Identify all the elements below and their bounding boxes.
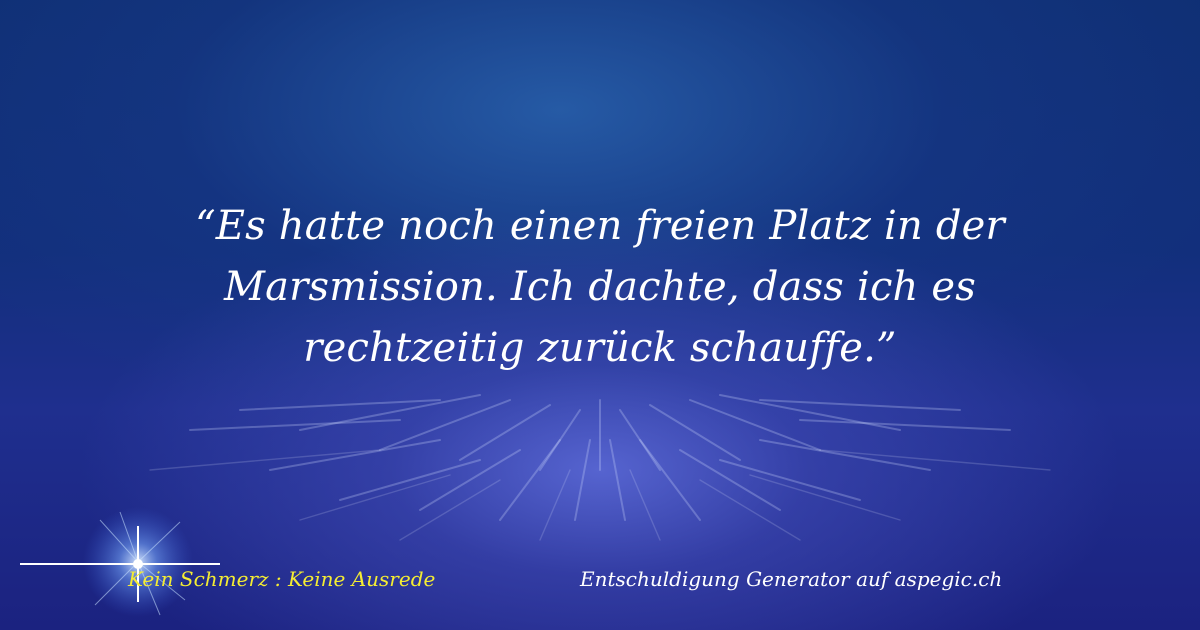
quote-line-2: Marsmission. Ich dachte, dass ich es [223,264,977,310]
quote-line-1: “Es hatte noch einen freien Platz in der [195,203,1005,249]
tagline: Kein Schmerz : Keine Ausrede [128,567,436,591]
star-sparkle-icon [20,507,220,617]
quote-card: “Es hatte noch einen freien Platz in der… [0,0,1200,630]
site-credit: Entschuldigung Generator auf aspegic.ch [580,567,1003,591]
excuse-quote: “Es hatte noch einen freien Platz in der… [120,196,1080,379]
quote-line-3: rechtzeitig zurück schauffe.” [303,325,897,371]
